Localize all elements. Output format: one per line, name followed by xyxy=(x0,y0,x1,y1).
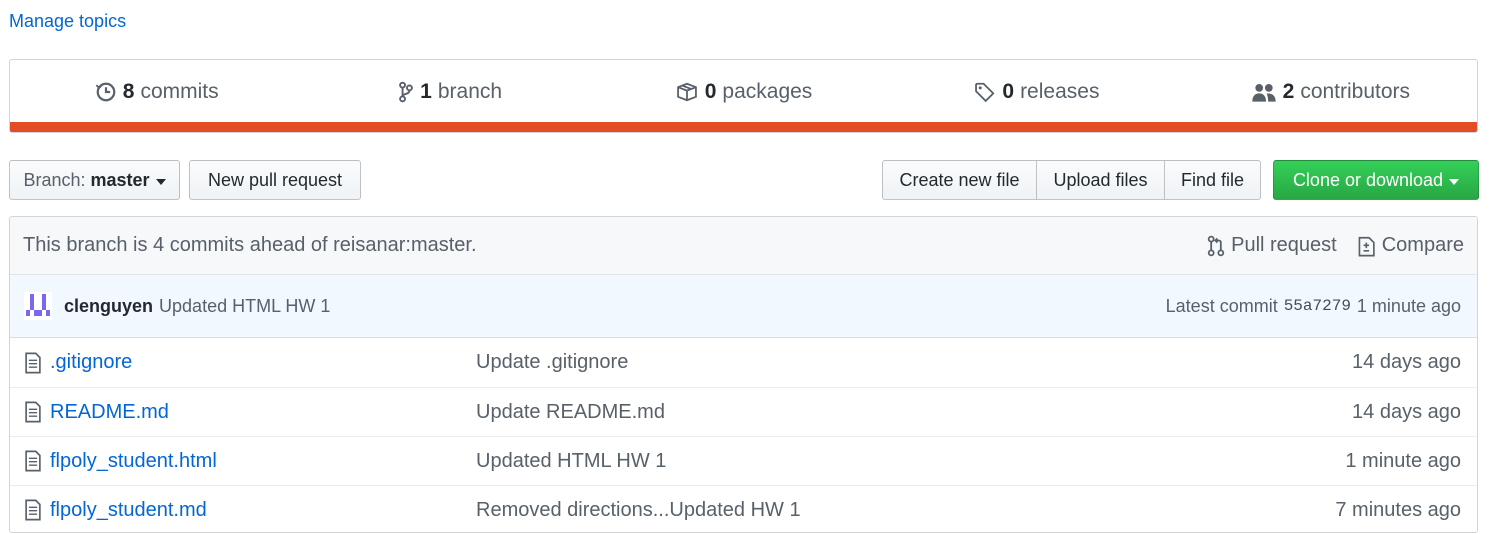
file-commit-message[interactable]: Update .gitignore xyxy=(476,351,1352,374)
releases-label: releases xyxy=(1020,79,1100,103)
file-commit-message[interactable]: Removed directions...Updated HW 1 xyxy=(476,499,1335,522)
ahead-message: This branch is 4 commits ahead of reisan… xyxy=(23,234,477,256)
file-link[interactable]: flpoly_student.md xyxy=(50,499,207,522)
create-new-file-button[interactable]: Create new file xyxy=(882,160,1037,200)
branch-label: branch xyxy=(437,79,503,103)
releases-count: 0 xyxy=(1002,79,1015,103)
file-icon xyxy=(25,352,41,373)
branch-prefix: Branch: xyxy=(23,169,86,190)
commit-message[interactable]: Updated HTML HW 1 xyxy=(159,296,1166,317)
branch-status-bar: This branch is 4 commits ahead of reisan… xyxy=(10,217,1477,275)
find-file-button[interactable]: Find file xyxy=(1164,160,1261,200)
people-icon xyxy=(1251,83,1276,102)
latest-commit-label: Latest commit xyxy=(1165,295,1278,316)
releases-stat[interactable]: 0 releases xyxy=(890,60,1183,123)
clone-label: Clone or download xyxy=(1292,169,1444,190)
file-link[interactable]: .gitignore xyxy=(50,351,132,374)
branch-select-button[interactable]: Branch: master xyxy=(9,160,180,200)
table-row: flpoly_student.html Updated HTML HW 1 1 … xyxy=(10,436,1477,485)
packages-count: 0 xyxy=(704,79,717,103)
file-age: 1 minute ago xyxy=(1345,449,1461,472)
file-link[interactable]: flpoly_student.html xyxy=(50,450,217,473)
package-icon xyxy=(676,82,697,101)
new-pull-request-button[interactable]: New pull request xyxy=(189,160,361,200)
commit-author[interactable]: clenguyen xyxy=(64,296,153,317)
language-bar[interactable] xyxy=(10,122,1477,132)
git-branch-icon xyxy=(399,81,414,102)
commit-age: 1 minute ago xyxy=(1356,295,1461,316)
branch-count: 1 xyxy=(420,79,432,103)
file-commit-message[interactable]: Update README.md xyxy=(476,401,1352,424)
repo-summary: 8 commits 1 branch 0 packages 0 releases… xyxy=(9,59,1478,133)
clone-download-button[interactable]: Clone or download xyxy=(1273,160,1479,200)
avatar[interactable] xyxy=(24,292,52,320)
contributors-label: contributors xyxy=(1300,79,1411,103)
file-commit-message[interactable]: Updated HTML HW 1 xyxy=(476,450,1345,473)
file-link[interactable]: README.md xyxy=(50,401,169,424)
file-age: 7 minutes ago xyxy=(1335,498,1461,521)
file-icon xyxy=(25,401,41,423)
history-icon xyxy=(95,82,116,101)
file-age: 14 days ago xyxy=(1352,351,1461,373)
commits-stat[interactable]: 8 commits xyxy=(10,60,303,123)
contributors-stat[interactable]: 2 contributors xyxy=(1184,60,1477,123)
branch-stat[interactable]: 1 branch xyxy=(303,60,596,123)
compare-label: Compare xyxy=(1381,234,1464,256)
commit-sha[interactable]: 55a7279 xyxy=(1284,297,1351,315)
pull-request-label: Pull request xyxy=(1231,234,1337,256)
file-list: .gitignore Update .gitignore 14 days ago… xyxy=(10,338,1477,532)
table-row: flpoly_student.md Removed directions...U… xyxy=(10,485,1477,532)
file-icon xyxy=(25,450,41,472)
manage-topics-link[interactable]: Manage topics xyxy=(9,11,126,32)
tag-icon xyxy=(975,82,995,102)
table-row: .gitignore Update .gitignore 14 days ago xyxy=(10,338,1477,387)
file-icon xyxy=(25,499,41,521)
packages-label: packages xyxy=(722,79,813,103)
latest-commit-bar: clenguyen Updated HTML HW 1 Latest commi… xyxy=(10,275,1477,338)
commits-label: commits xyxy=(140,79,219,103)
pull-request-link[interactable]: Pull request xyxy=(1206,234,1337,257)
file-age: 14 days ago xyxy=(1352,400,1461,423)
caret-down-icon xyxy=(155,178,166,185)
contributors-count: 2 xyxy=(1282,79,1295,103)
packages-stat[interactable]: 0 packages xyxy=(597,60,890,123)
pull-request-icon xyxy=(1207,235,1225,256)
file-table: This branch is 4 commits ahead of reisan… xyxy=(9,216,1478,533)
commits-count: 8 xyxy=(122,79,135,103)
file-actions-group: Create new file Upload files Find file xyxy=(882,160,1261,200)
branch-name: master xyxy=(90,169,150,190)
diff-icon xyxy=(1358,236,1375,256)
upload-files-button[interactable]: Upload files xyxy=(1036,160,1165,200)
table-row: README.md Update README.md 14 days ago xyxy=(10,387,1477,436)
caret-down-icon xyxy=(1449,178,1460,185)
compare-link[interactable]: Compare xyxy=(1357,234,1464,257)
